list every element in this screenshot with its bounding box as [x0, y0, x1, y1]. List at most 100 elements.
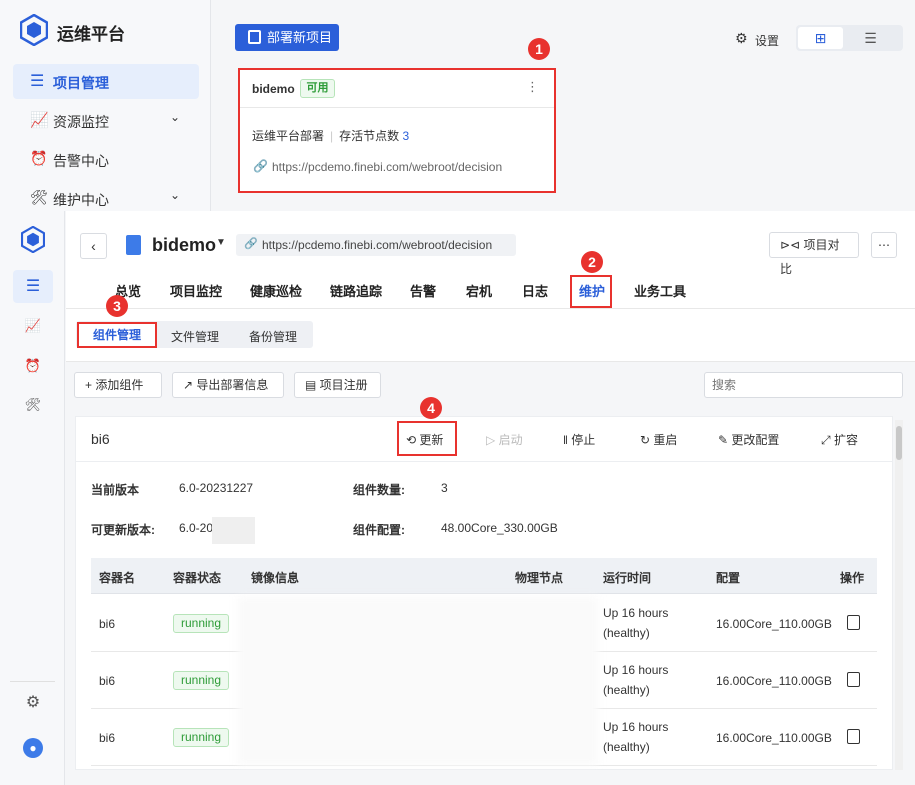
col-action: 操作: [840, 571, 865, 585]
card-project-name: bidemo: [252, 82, 295, 96]
alive-label: 存活节点数: [339, 129, 400, 143]
highlight-box: [570, 275, 612, 308]
col-uptime: 运行时间: [603, 571, 652, 585]
list-view-button[interactable]: ☰: [848, 27, 893, 49]
register-label: 项目注册: [319, 378, 368, 392]
divider: [240, 107, 554, 108]
status-badge: running: [173, 671, 229, 690]
link-icon: 🔗: [253, 159, 268, 173]
project-name[interactable]: bidemo: [152, 235, 216, 256]
compare-button[interactable]: ⊳⊲ 项目对比: [769, 232, 859, 276]
col-status: 容器状态: [173, 571, 222, 585]
export-label: 导出部署信息: [196, 378, 269, 392]
blurred-region: [238, 597, 598, 765]
export-button[interactable]: ↗ 导出部署信息: [172, 372, 284, 398]
sidebar-item-alarm[interactable]: 告警中心: [53, 151, 109, 171]
scale-button[interactable]: ⤢ 扩容: [821, 431, 858, 448]
register-button[interactable]: ▤ 项目注册: [294, 372, 381, 398]
more-vertical-icon[interactable]: ⋮: [526, 79, 539, 95]
tab-alarm[interactable]: 告警: [410, 281, 436, 300]
tab-log[interactable]: 日志: [522, 281, 548, 300]
divider: [10, 681, 55, 682]
chevron-down-icon[interactable]: ⌄: [170, 110, 180, 124]
more-button[interactable]: ⋯: [871, 232, 897, 258]
row-uptime-health: (healthy): [603, 626, 650, 640]
highlight-box: [77, 322, 157, 348]
start-label: 启动: [498, 433, 523, 447]
divider: [76, 461, 892, 462]
sidebar-item-monitor[interactable]: 资源监控: [53, 112, 109, 132]
count-label: 组件数量:: [353, 483, 405, 497]
restart-button[interactable]: ↻ 重启: [640, 431, 677, 448]
bottom-bar: [66, 770, 915, 785]
search-input[interactable]: [704, 372, 903, 398]
settings-icon[interactable]: ⚙: [22, 692, 44, 714]
avatar[interactable]: ●: [23, 738, 43, 758]
terminal-icon[interactable]: [847, 615, 860, 630]
maintenance-icon: 🛠: [30, 189, 48, 205]
alive-count: 3: [402, 129, 410, 143]
config-label: 更改配置: [731, 433, 780, 447]
tab-trace[interactable]: 链路追踪: [330, 281, 382, 300]
step-marker-3: 3: [106, 295, 128, 317]
step-marker-4: 4: [420, 397, 442, 419]
current-version-label: 当前版本: [91, 483, 140, 497]
col-image: 镜像信息: [251, 571, 300, 585]
edit-config-button[interactable]: ✎ 更改配置: [718, 431, 779, 448]
row-name: bi6: [99, 674, 116, 688]
sidebar-item-label: 项目管理: [53, 75, 109, 91]
server-icon: [248, 30, 261, 44]
alarm-icon[interactable]: ⏰: [22, 355, 44, 377]
app-logo-icon: [21, 226, 45, 253]
terminal-icon[interactable]: [847, 729, 860, 744]
col-node: 物理节点: [515, 571, 564, 585]
settings-icon[interactable]: ⚙: [735, 30, 748, 47]
caret-down-icon[interactable]: ▼: [216, 237, 226, 248]
subtab-file[interactable]: 文件管理: [171, 328, 219, 345]
tab-business-tools[interactable]: 业务工具: [634, 281, 686, 300]
monitor-icon[interactable]: 📈: [22, 315, 44, 337]
project-url-pill[interactable]: https://pcdemo.finebi.com/webroot/decisi…: [236, 234, 516, 256]
scrollbar[interactable]: [895, 420, 903, 770]
step-marker-2: 2: [581, 251, 603, 273]
add-label: 添加组件: [95, 378, 144, 392]
row-config: 16.00Core_110.00GB: [716, 731, 832, 745]
terminal-icon[interactable]: [847, 672, 860, 687]
divider: [66, 308, 915, 309]
add-component-button[interactable]: + 添加组件: [74, 372, 162, 398]
alarm-icon: ⏰: [30, 150, 48, 166]
back-button[interactable]: ‹: [80, 233, 107, 259]
update-version: 6.0-20: [179, 521, 214, 535]
start-button[interactable]: ▷ 启动: [486, 431, 523, 448]
card-url[interactable]: https://pcdemo.finebi.com/webroot/decisi…: [272, 160, 502, 174]
row-uptime: Up 16 hours: [603, 663, 669, 677]
app-title: 运维平台: [57, 25, 125, 44]
stop-button[interactable]: ‖ 停止: [563, 431, 595, 448]
status-badge: 可用: [300, 79, 335, 98]
row-uptime-health: (healthy): [603, 740, 650, 754]
project-icon[interactable]: ☰: [22, 276, 44, 298]
chevron-down-icon[interactable]: ⌄: [170, 188, 180, 202]
component-name: bi6: [91, 431, 110, 447]
tab-downtime[interactable]: 宕机: [466, 281, 492, 300]
document-icon: [126, 235, 141, 255]
step-marker-1: 1: [528, 38, 550, 60]
deploy-label: 部署新项目: [267, 30, 333, 45]
scale-label: 扩容: [833, 433, 858, 447]
status-badge: running: [173, 728, 229, 747]
row-name: bi6: [99, 731, 116, 745]
sidebar-item-maintenance[interactable]: 维护中心: [53, 190, 109, 210]
count-value: 3: [441, 481, 448, 495]
subtab-backup[interactable]: 备份管理: [249, 328, 297, 345]
tab-project-monitor[interactable]: 项目监控: [170, 281, 222, 300]
row-uptime-health: (healthy): [603, 683, 650, 697]
row-uptime: Up 16 hours: [603, 606, 669, 620]
row-uptime: Up 16 hours: [603, 720, 669, 734]
settings-button[interactable]: 设置: [755, 32, 779, 49]
card-meta: 运维平台部署 | 存活节点数 3: [252, 129, 410, 143]
col-config: 配置: [716, 571, 741, 585]
tab-health-check[interactable]: 健康巡检: [250, 281, 302, 300]
status-badge: running: [173, 614, 229, 633]
maintenance-icon[interactable]: 🛠: [22, 394, 44, 416]
grid-view-button[interactable]: ⊞: [798, 27, 843, 49]
